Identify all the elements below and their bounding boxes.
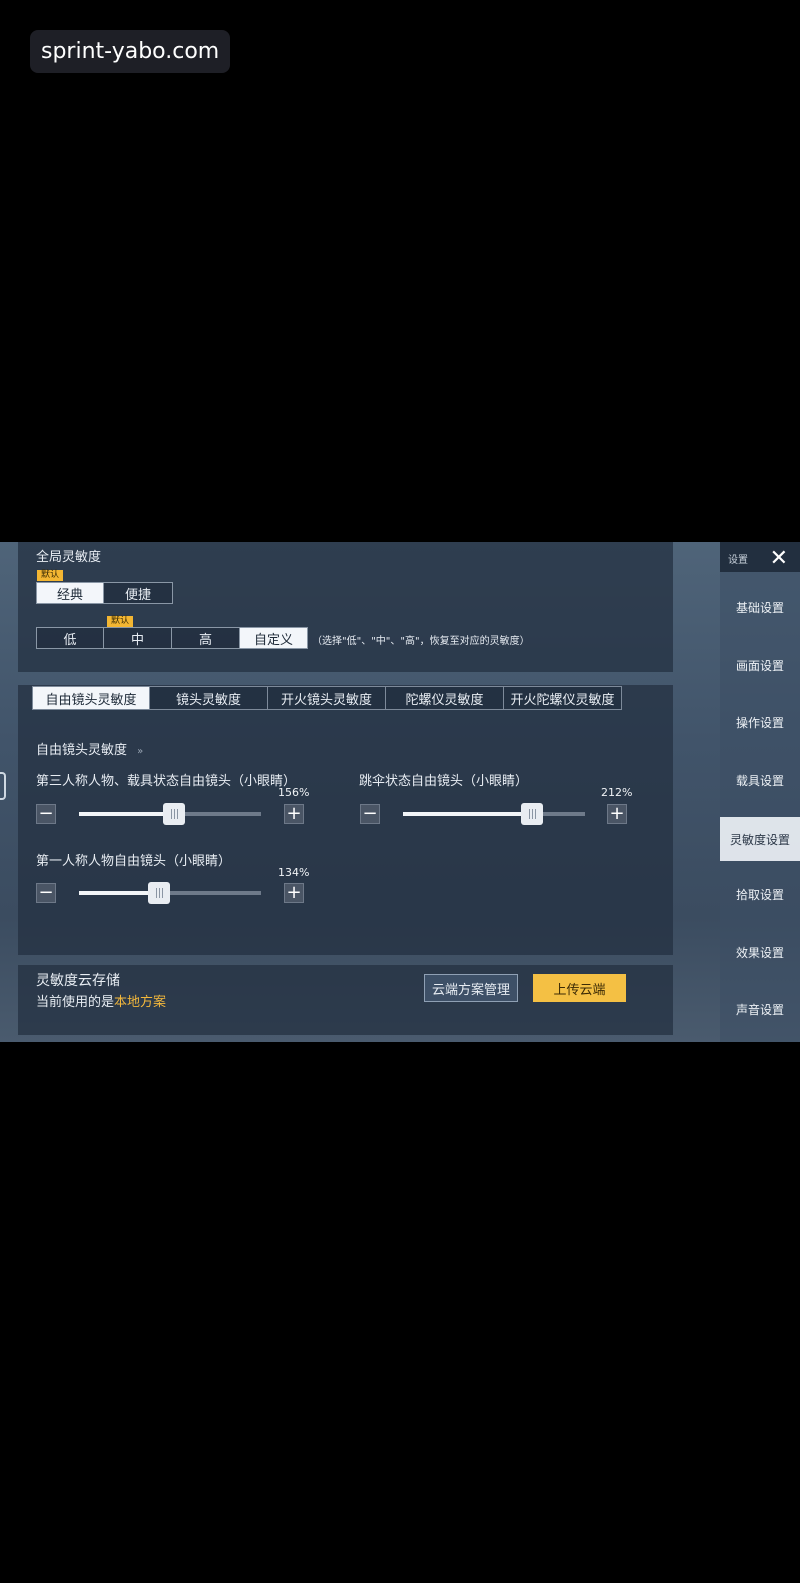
tab-fire-camera[interactable]: 开火镜头灵敏度 [268,686,386,710]
minus-icon: − [362,803,378,824]
plus-icon: + [286,882,302,903]
free-camera-panel [18,685,673,955]
slider-third-person[interactable] [79,803,261,825]
minus-icon: − [38,882,54,903]
global-sensitivity-title: 全局灵敏度 [36,550,102,565]
upload-cloud-button[interactable]: 上传云端 [533,974,626,1002]
mode-classic-button[interactable]: 经典 [36,582,104,604]
sidebar-item-sensitivity[interactable]: 灵敏度设置 [720,817,800,861]
section-title: 自由镜头灵敏度 » [36,743,144,758]
level-high-button[interactable]: 高 [172,627,240,649]
sidebar-item-basic[interactable]: 基础设置 [720,587,800,627]
settings-sidebar: 设置 ✕ 基础设置 画面设置 操作设置 载具设置 灵敏度设置 拾取设置 效果设置… [720,542,800,1042]
slider-first-person[interactable] [79,882,261,904]
slider-third-person-plus-button[interactable]: + [284,804,304,824]
slider-fill [403,812,532,816]
sidebar-item-audio[interactable]: 声音设置 [720,989,800,1029]
minus-icon: − [38,803,54,824]
side-handle[interactable] [0,772,6,800]
slider-third-person-minus-button[interactable]: − [36,804,56,824]
slider-first-person-plus-button[interactable]: + [284,883,304,903]
level-low-button[interactable]: 低 [36,627,104,649]
slider-first-person-value: 134% [278,866,310,879]
slider-parachute-value: 212% [601,786,633,799]
tab-camera[interactable]: 镜头灵敏度 [150,686,268,710]
watermark: sprint-yabo.com [30,30,231,73]
sidebar-title: 设置 [728,555,748,566]
level-medium-button[interactable]: 中 [104,627,172,649]
slider-thumb[interactable] [521,803,543,825]
slider-parachute-plus-button[interactable]: + [607,804,627,824]
slider-fill [79,891,159,895]
level-custom-button[interactable]: 自定义 [240,627,308,649]
tab-gyroscope[interactable]: 陀螺仪灵敏度 [386,686,504,710]
sidebar-item-controls[interactable]: 操作设置 [720,702,800,742]
default-tag: 默认 [37,570,64,581]
level-selector: 低 中 高 自定义 [36,627,308,649]
slider-parachute-minus-button[interactable]: − [360,804,380,824]
mode-selector: 经典 便捷 [36,582,173,604]
cloud-plan-manage-button[interactable]: 云端方案管理 [424,974,518,1002]
level-hint: （选择"低"、"中"、"高"，恢复至对应的灵敏度） [312,636,530,647]
slider-first-person-minus-button[interactable]: − [36,883,56,903]
sidebar-item-pickup[interactable]: 拾取设置 [720,874,800,914]
slider-third-person-label: 第三人称人物、载具状态自由镜头（小眼睛） [36,774,297,789]
sidebar-item-graphics[interactable]: 画面设置 [720,645,800,685]
close-icon[interactable]: ✕ [770,546,788,571]
sidebar-item-effects[interactable]: 效果设置 [720,932,800,972]
level-default-tag: 默认 [107,616,134,627]
slider-third-person-value: 156% [278,786,310,799]
slider-parachute-label: 跳伞状态自由镜头（小眼睛） [359,774,529,789]
slider-first-person-label: 第一人称人物自由镜头（小眼睛） [36,854,232,869]
sensitivity-tabs: 自由镜头灵敏度 镜头灵敏度 开火镜头灵敏度 陀螺仪灵敏度 开火陀螺仪灵敏度 [32,686,622,710]
tab-fire-gyroscope[interactable]: 开火陀螺仪灵敏度 [504,686,622,710]
sidebar-header: 设置 ✕ [720,542,800,572]
plus-icon: + [286,803,302,824]
slider-fill [79,812,174,816]
plus-icon: + [609,803,625,824]
cloud-current-plan: 当前使用的是本地方案 [36,995,167,1010]
current-plan-value: 本地方案 [114,995,167,1010]
tab-free-camera[interactable]: 自由镜头灵敏度 [32,686,150,710]
mode-quick-button[interactable]: 便捷 [104,582,173,604]
cloud-storage-title: 灵敏度云存储 [36,973,120,989]
game-settings-screen: 全局灵敏度 默认 经典 便捷 默认 低 中 高 自定义 （选择"低"、"中"、"… [0,542,800,1042]
slider-thumb[interactable] [163,803,185,825]
chevron-right-icon: » [137,746,144,757]
slider-thumb[interactable] [148,882,170,904]
global-sensitivity-panel [18,542,673,672]
slider-parachute[interactable] [403,803,585,825]
sidebar-item-vehicle[interactable]: 载具设置 [720,760,800,800]
